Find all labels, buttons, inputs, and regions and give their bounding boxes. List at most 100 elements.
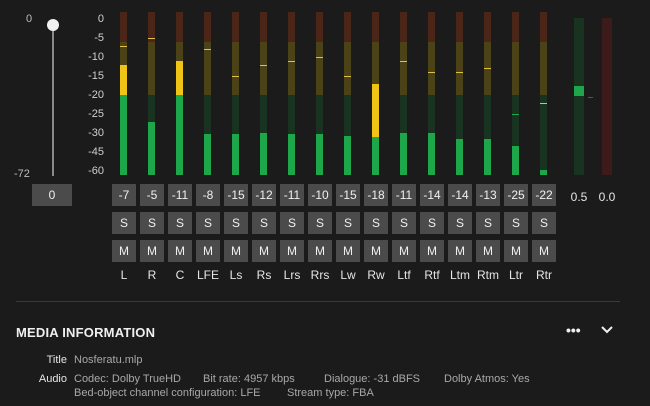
channel-label-rs: Rs <box>256 268 272 282</box>
meter-zone-red <box>512 12 519 42</box>
scale-label: -25 <box>88 108 104 120</box>
meter-peak-marker <box>120 45 127 47</box>
solo-button-ltr[interactable]: S <box>504 212 528 234</box>
channel-label-lw: Lw <box>340 268 356 282</box>
chevron-down-icon[interactable] <box>599 322 615 338</box>
solo-button-rw[interactable]: S <box>364 212 388 234</box>
meter-zone-red <box>288 12 295 42</box>
solo-button-ls[interactable]: S <box>224 212 248 234</box>
scale-label: -45 <box>88 146 104 158</box>
mute-button-lw[interactable]: M <box>336 240 360 262</box>
mute-button-lrs[interactable]: M <box>280 240 304 262</box>
solo-button-ltm[interactable]: S <box>448 212 472 234</box>
channel-meter-l <box>120 12 127 175</box>
meter-level-fill <box>204 134 211 175</box>
scale-label: 0 <box>97 13 104 25</box>
loudness-meter-left <box>574 18 593 175</box>
meter-level-fill <box>232 134 239 175</box>
meter-peak-marker <box>372 87 379 89</box>
meter-zone-red <box>344 12 351 42</box>
meter-zone-yellow <box>400 42 407 95</box>
mute-button-rtm[interactable]: M <box>476 240 500 262</box>
solo-button-rtf[interactable]: S <box>420 212 444 234</box>
loudness-tick <box>588 97 593 98</box>
mute-button-lfe[interactable]: M <box>196 240 220 262</box>
scale-label: -15 <box>88 70 104 82</box>
meter-peak-marker <box>400 60 407 62</box>
meter-peak-marker <box>344 76 351 77</box>
title-key: Title <box>46 354 67 366</box>
meter-level-fill <box>400 133 407 175</box>
mute-button-ltr[interactable]: M <box>504 240 528 262</box>
solo-button-l[interactable]: S <box>112 212 136 234</box>
meter-zone-yellow <box>148 42 155 95</box>
more-options-icon[interactable]: ••• <box>566 322 581 338</box>
channel-label-rrs: Rrs <box>310 268 330 282</box>
channel-meter-rtm <box>484 12 491 175</box>
channel-label-rw: Rw <box>367 268 385 282</box>
mute-button-rrs[interactable]: M <box>308 240 332 262</box>
channel-meter-lrs <box>288 12 295 175</box>
solo-button-ltf[interactable]: S <box>392 212 416 234</box>
scale-label: -30 <box>88 127 104 139</box>
meter-zone-red <box>120 12 127 42</box>
meter-zone-green <box>540 95 547 175</box>
meter-level-fill <box>456 139 463 175</box>
peak-value-lrs: -11 <box>280 184 304 206</box>
channel-meter-ltf <box>400 12 407 175</box>
solo-button-lrs[interactable]: S <box>280 212 304 234</box>
meter-peak-marker <box>512 114 519 115</box>
meter-zone-yellow <box>512 42 519 95</box>
meter-level-fill <box>372 136 379 175</box>
channel-meter-rtr <box>540 12 547 175</box>
meter-level-fill <box>344 135 351 175</box>
solo-button-rtm[interactable]: S <box>476 212 500 234</box>
bed-config-info: Bed-object channel configuration: LFE <box>74 387 261 399</box>
meter-zone-red <box>204 12 211 42</box>
master-fader-knob[interactable] <box>47 19 59 31</box>
meter-zone-yellow <box>232 42 239 95</box>
mute-button-r[interactable]: M <box>140 240 164 262</box>
channel-meter-ltr <box>512 12 519 175</box>
channel-label-lrs: Lrs <box>283 268 301 282</box>
mute-button-l[interactable]: M <box>112 240 136 262</box>
mute-button-rs[interactable]: M <box>252 240 276 262</box>
mute-button-rtf[interactable]: M <box>420 240 444 262</box>
channel-meter-rtf <box>428 12 435 175</box>
meter-level-fill <box>120 95 127 175</box>
master-fader-track[interactable] <box>52 24 54 176</box>
meter-zone-red <box>484 12 491 42</box>
channel-meter-lfe <box>204 12 211 175</box>
meter-level-fill <box>176 95 183 175</box>
solo-button-rrs[interactable]: S <box>308 212 332 234</box>
mute-button-ltm[interactable]: M <box>448 240 472 262</box>
meter-hot-fill <box>120 64 127 95</box>
solo-button-lfe[interactable]: S <box>196 212 220 234</box>
meter-peak-marker <box>316 57 323 58</box>
peak-value-lw: -15 <box>336 184 360 206</box>
solo-button-r[interactable]: S <box>140 212 164 234</box>
mute-button-ls[interactable]: M <box>224 240 248 262</box>
meter-zone-red <box>176 12 183 42</box>
mute-button-c[interactable]: M <box>168 240 192 262</box>
solo-button-c[interactable]: S <box>168 212 192 234</box>
meter-zone-yellow <box>456 42 463 95</box>
mute-button-rw[interactable]: M <box>364 240 388 262</box>
mute-button-ltf[interactable]: M <box>392 240 416 262</box>
peak-value-ls: -15 <box>224 184 248 206</box>
channel-meter-lw <box>344 12 351 175</box>
meter-peak-marker <box>484 68 491 70</box>
channel-meter-c <box>176 12 183 175</box>
solo-button-rtr[interactable]: S <box>532 212 556 234</box>
channel-label-ltf: Ltf <box>397 268 411 282</box>
meter-level-fill <box>428 133 435 175</box>
meter-peak-marker <box>428 72 435 74</box>
solo-button-rs[interactable]: S <box>252 212 276 234</box>
master-gain-value[interactable]: 0 <box>32 184 72 206</box>
peak-value-ltf: -11 <box>392 184 416 206</box>
solo-button-lw[interactable]: S <box>336 212 360 234</box>
meter-level-fill <box>260 133 267 175</box>
mute-button-rtr[interactable]: M <box>532 240 556 262</box>
channel-label-ltr: Ltr <box>508 268 523 282</box>
meter-peak-marker <box>232 76 239 77</box>
